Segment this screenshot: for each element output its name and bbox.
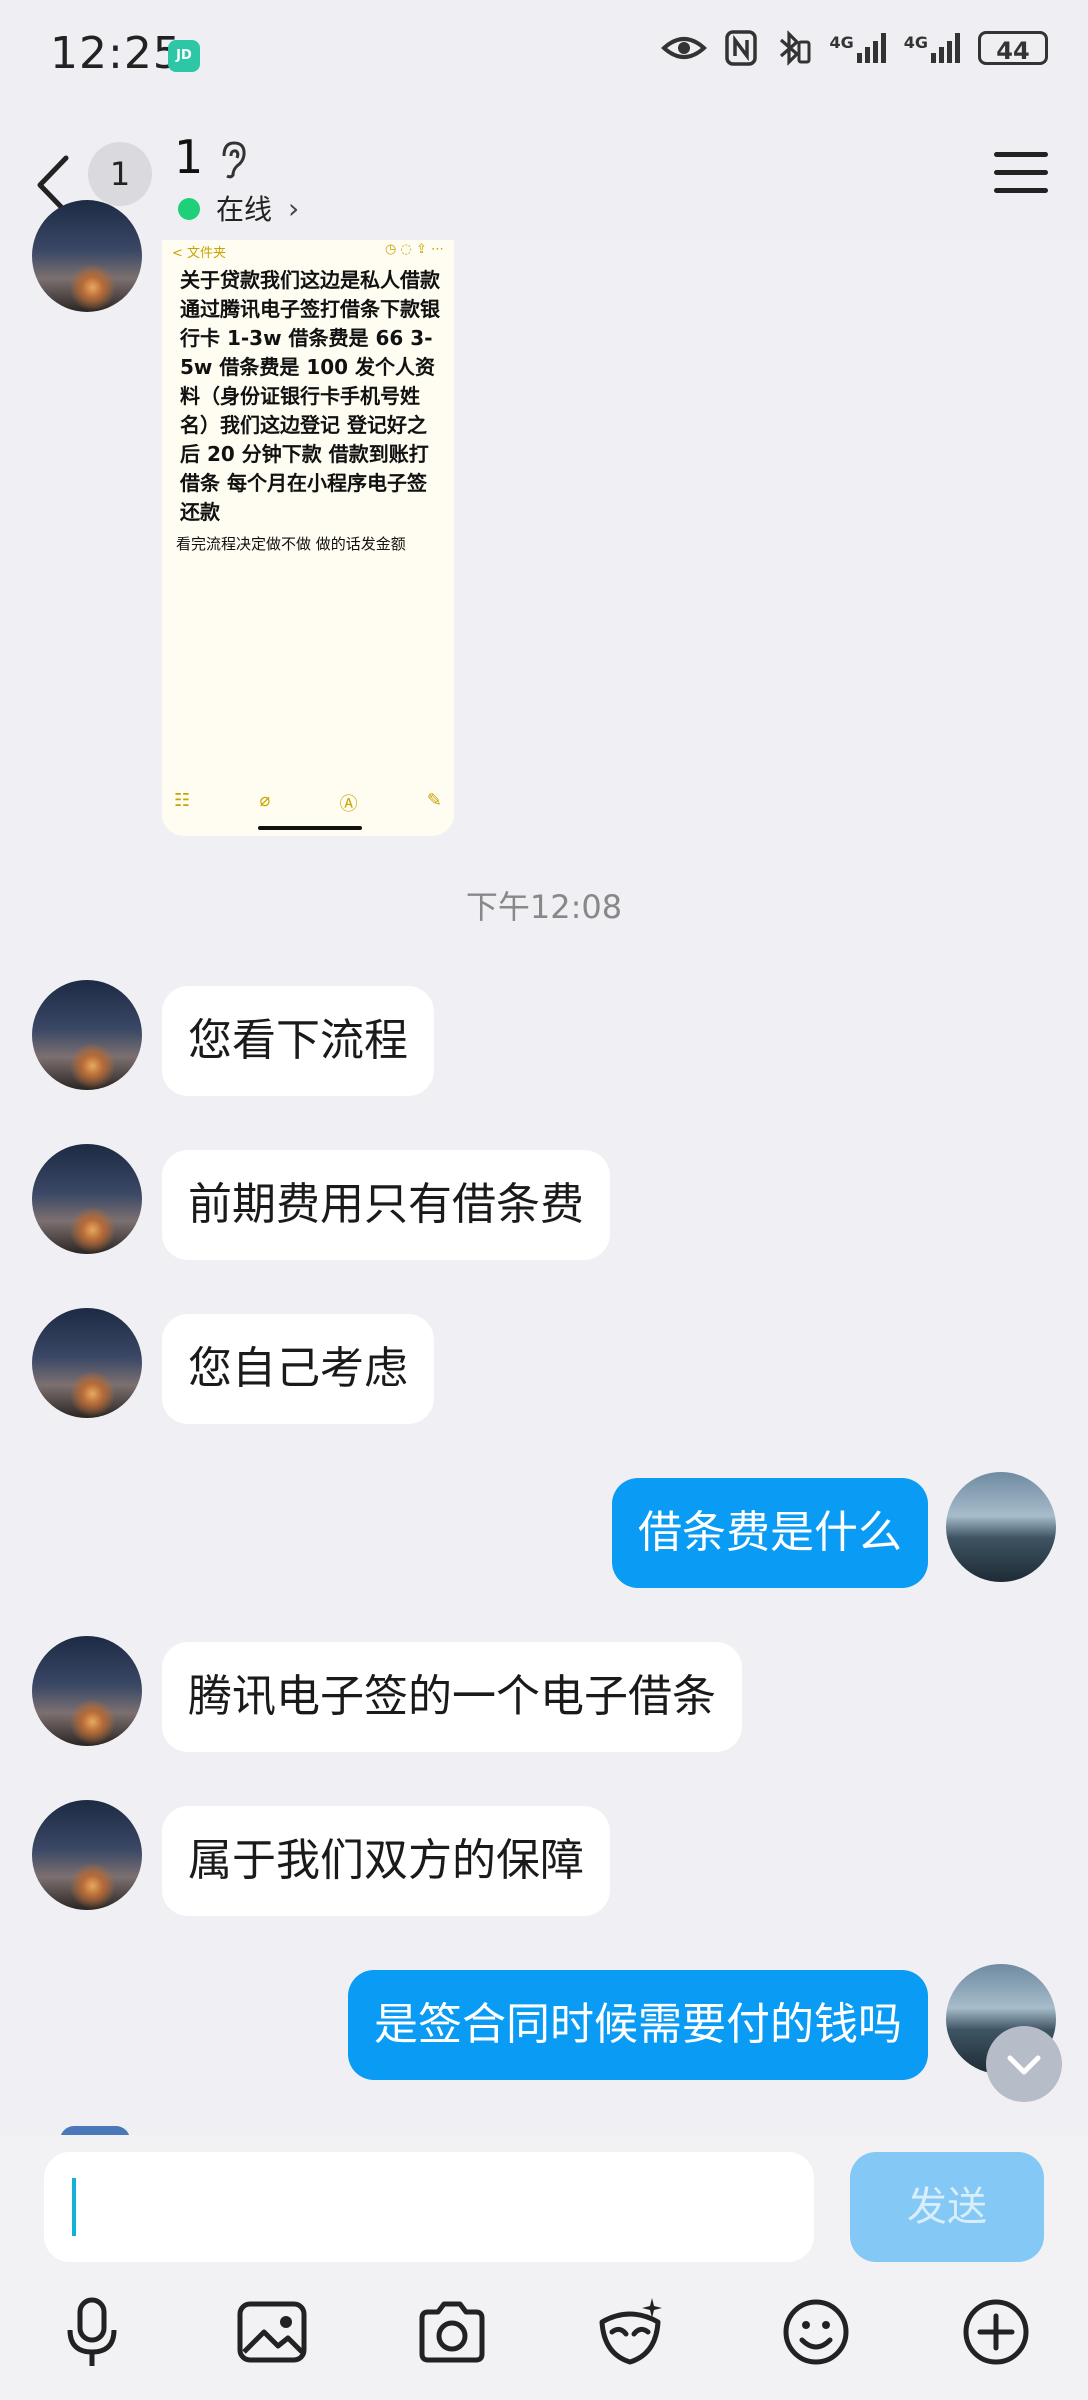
markup-icon: Ⓐ: [339, 794, 358, 815]
image-message-subtext: 看完流程决定做不做 做的话发金额: [176, 535, 406, 553]
chat-header: 1 1 在线 ›: [0, 110, 1088, 240]
chevron-right-icon[interactable]: ›: [288, 192, 299, 225]
notes-action-icons: ◷ ◌ ⇪ ⋯: [385, 242, 444, 257]
plus-icon[interactable]: [956, 2292, 1036, 2372]
contact-avatar[interactable]: [32, 1144, 142, 1254]
incoming-message[interactable]: 属于我们双方的保障: [162, 1806, 610, 1916]
incoming-message[interactable]: 腾讯电子签的一个电子借条: [162, 1642, 742, 1752]
eye-icon: [661, 37, 708, 59]
checklist-icon: ☷: [174, 790, 191, 811]
online-status-text[interactable]: 在线: [216, 188, 272, 228]
online-status-dot: [178, 198, 200, 220]
contact-avatar[interactable]: [32, 200, 142, 312]
network-type-1: 4G: [829, 33, 854, 52]
jd-app-badge-icon: JD: [168, 40, 200, 72]
home-indicator: [258, 826, 362, 830]
text-caret: [72, 2178, 76, 2236]
unread-count-badge[interactable]: 1: [88, 142, 152, 206]
outgoing-message[interactable]: 是签合同时候需要付的钱吗: [348, 1970, 928, 2080]
contact-avatar[interactable]: [32, 1636, 142, 1746]
microphone-icon[interactable]: [52, 2292, 132, 2372]
camera-icon[interactable]: [412, 2292, 492, 2372]
contact-avatar[interactable]: [32, 1800, 142, 1910]
outgoing-message[interactable]: 借条费是什么: [612, 1478, 928, 1588]
compose-icon: ✎: [426, 790, 442, 811]
chevron-down-icon: [1007, 2055, 1041, 2075]
notes-topbar: < 文件夹 ◷ ◌ ⇪ ⋯: [172, 242, 444, 261]
chat-title[interactable]: 1: [174, 130, 203, 184]
hamburger-icon: [994, 152, 1048, 157]
incoming-message[interactable]: 您看下流程: [162, 986, 434, 1096]
image-message-text: 关于贷款我们这边是私人借款 通过腾讯电子签打借条下款银行卡 1-3w 借条费是 …: [180, 268, 440, 524]
incoming-message[interactable]: 前期费用只有借条费: [162, 1150, 610, 1260]
menu-button[interactable]: [994, 152, 1048, 198]
status-bar: 12:25 JD 4G 4G 44: [0, 0, 1088, 110]
nfc-icon: [725, 30, 758, 66]
emoji-icon[interactable]: [776, 2292, 856, 2372]
contact-avatar[interactable]: [32, 980, 142, 1090]
network-type-2: 4G: [903, 33, 928, 52]
battery-icon: 44: [978, 31, 1048, 65]
status-icons: 4G 4G 44: [661, 30, 1048, 66]
message-input[interactable]: [44, 2152, 814, 2262]
image-message[interactable]: < 文件夹 ◷ ◌ ⇪ ⋯ 关于贷款我们这边是私人借款 通过腾讯电子签打借条下款…: [162, 240, 454, 836]
signal-4g-1: 4G: [829, 33, 886, 63]
user-avatar[interactable]: [946, 1472, 1056, 1582]
incoming-message[interactable]: 您自己考虑: [162, 1314, 434, 1424]
image-icon[interactable]: [232, 2292, 312, 2372]
notes-toolbar: ☷ ⌀ Ⓐ ✎: [174, 790, 442, 815]
ear-icon[interactable]: [218, 140, 248, 180]
sticker-icon[interactable]: [590, 2292, 670, 2372]
status-time: 12:25: [50, 28, 182, 79]
signal-4g-2: 4G: [904, 33, 960, 63]
attachment-icon: ⌀: [259, 790, 271, 811]
scroll-to-bottom-button[interactable]: [986, 2026, 1062, 2102]
contact-avatar[interactable]: [32, 1308, 142, 1418]
send-button[interactable]: 发送: [850, 2152, 1044, 2262]
bluetooth-icon: [780, 30, 811, 66]
message-timestamp: 下午12:08: [465, 888, 623, 926]
